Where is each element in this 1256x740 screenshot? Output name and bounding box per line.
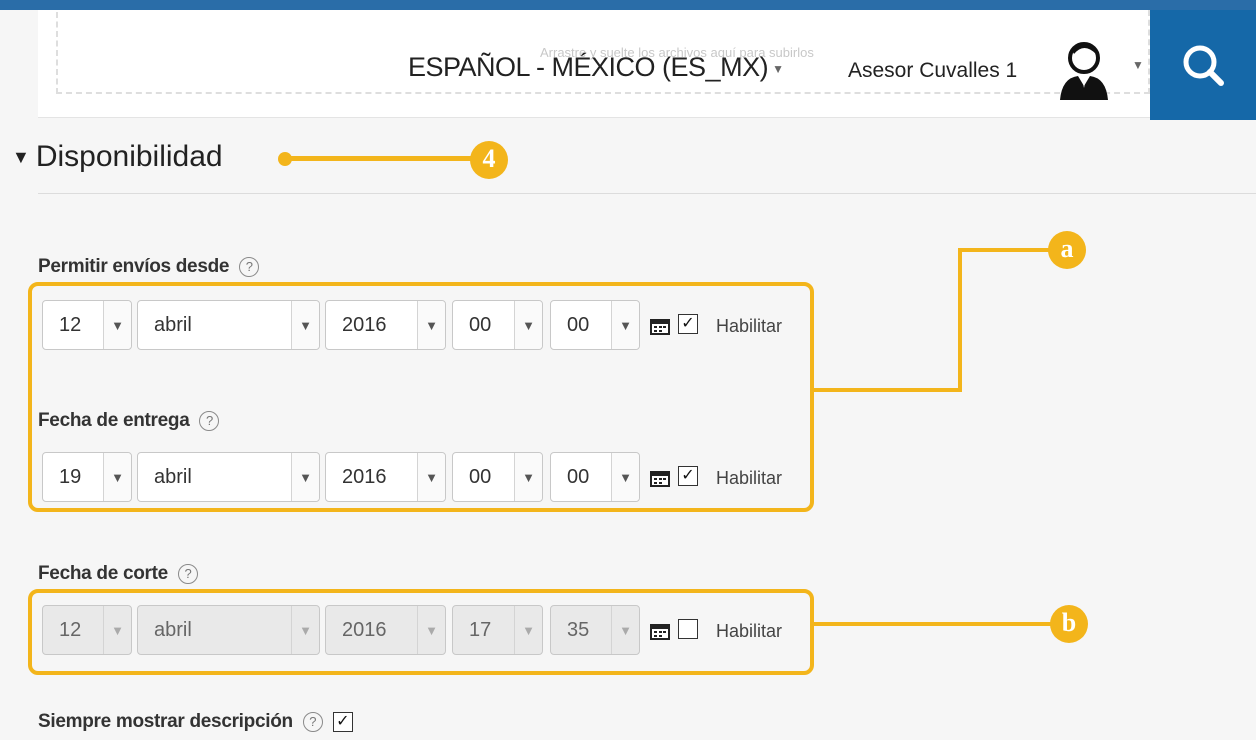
annotation-line [810,622,1055,626]
label-cutoff: Fecha de corte? [38,563,198,585]
annotation-line [284,156,484,161]
annotation-badge-a: a [1048,231,1086,269]
search-icon [1183,45,1224,86]
language-label: ESPAÑOL - MÉXICO (ES_MX) [408,52,769,82]
collapse-triangle-icon[interactable]: ▼ [12,147,30,168]
top-accent-line [0,0,1256,10]
annotation-badge-b: b [1050,605,1088,643]
help-icon[interactable]: ? [239,256,260,277]
label-cutoff-text: Fecha de corte [38,563,168,584]
help-icon[interactable]: ? [177,563,198,584]
help-icon[interactable]: ? [302,712,323,732]
always-show-checkbox[interactable]: ✓ [332,712,353,732]
label-allow-from-text: Permitir envíos desde [38,256,230,277]
label-always-show: Siempre mostrar descripción [38,711,293,732]
caret-down-icon: ▼ [772,61,784,76]
section-header[interactable]: ▼ Disponibilidad [12,140,223,174]
always-show-description-row: Siempre mostrar descripción ? ✓ [38,711,353,733]
section-divider [38,193,1256,194]
user-caret-icon[interactable]: ▼ [1132,58,1144,72]
annotation-box-b [28,589,814,675]
annotation-line [810,388,962,392]
user-avatar-icon[interactable] [1056,40,1112,100]
language-menu[interactable]: ESPAÑOL - MÉXICO (ES_MX) ▼ [408,52,784,83]
user-menu-name[interactable]: Asesor Cuvalles 1 [848,59,1017,83]
annotation-line [958,248,1058,252]
annotation-badge-4: 4 [470,141,508,179]
annotation-box-a [28,282,814,512]
annotation-line [958,248,962,392]
search-button[interactable] [1150,10,1256,120]
label-allow-from: Permitir envíos desde? [38,256,260,278]
section-title: Disponibilidad [35,140,223,173]
